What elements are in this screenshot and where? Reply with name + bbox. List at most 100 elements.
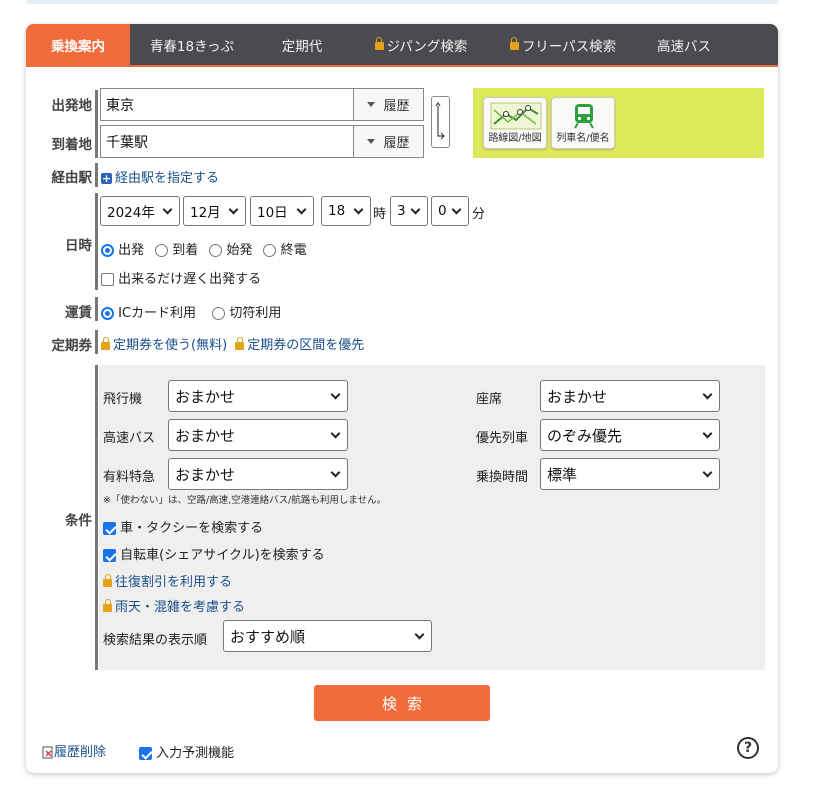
minute-ones-select[interactable]: 0 (431, 196, 469, 226)
tab-route-search[interactable]: 乗換案内 (26, 24, 130, 65)
round-trip-link[interactable]: 往復割引を利用する (103, 571, 232, 590)
fare-label: 運賃 (65, 305, 92, 321)
radio-label: 切符利用 (229, 306, 282, 321)
radio-button (209, 244, 223, 257)
clear-history-link[interactable]: 履歴削除 (42, 741, 106, 760)
highway-bus-label: 高速バス (103, 431, 156, 446)
radio-last-train[interactable]: 終電 (263, 239, 307, 258)
express-label: 有料特急 (103, 470, 156, 485)
minute-unit: 分 (472, 207, 486, 222)
radio-first-train[interactable]: 始発 (209, 239, 252, 258)
radio-button (101, 244, 114, 257)
hour-select[interactable]: 18 (321, 196, 371, 226)
chevron-down-icon (162, 204, 173, 215)
minute-tens-value: 3 (397, 203, 406, 219)
radio-label: 始発 (226, 243, 253, 258)
input-prediction-checkbox[interactable]: 入力予測機能 (139, 742, 234, 761)
tab-bar: 乗換案内 青春18きっぷ 定期代 ジパング検索 フリーパス検索 高速バス (26, 24, 778, 67)
divider (95, 163, 98, 187)
radio-button (155, 244, 169, 257)
prioritize-pass-link[interactable]: 定期券の区間を優先 (235, 337, 364, 353)
express-select[interactable]: おまかせ (168, 458, 348, 490)
use-pass-link[interactable]: 定期券を使う(無料) (101, 337, 228, 353)
tab-free-pass[interactable]: フリーパス検索 (492, 24, 634, 65)
radio-label: 出発 (118, 243, 145, 258)
help-icon[interactable]: ? (737, 737, 759, 759)
departure-label: 出発地 (51, 98, 93, 114)
arrival-field: 千葉駅 履歴 (100, 125, 424, 158)
departure-history-button[interactable]: 履歴 (353, 89, 423, 120)
year-value: 2024年 (107, 205, 155, 221)
checkbox-label: 車・タクシーを検索する (120, 521, 264, 536)
tab-seishun18[interactable]: 青春18きっぷ (130, 24, 254, 65)
departure-field: 東京 履歴 (100, 88, 424, 121)
arrival-input[interactable]: 千葉駅 (101, 126, 353, 157)
sort-select[interactable]: おすすめ順 (223, 620, 432, 652)
divider (95, 297, 98, 321)
radio-button (101, 307, 114, 320)
checkbox-label: 入力予測機能 (156, 746, 235, 761)
divider (95, 330, 98, 354)
radio-ticket[interactable]: 切符利用 (212, 306, 281, 321)
checkbox (103, 522, 116, 535)
checkbox (103, 549, 116, 562)
pass-label: 定期券 (51, 338, 93, 354)
late-departure-checkbox[interactable]: 出来るだけ遅く出発する (101, 268, 261, 287)
radio-arrival[interactable]: 到着 (155, 239, 198, 258)
transfer-time-label: 乗換時間 (476, 470, 529, 485)
conditions-label: 条件 (65, 513, 92, 529)
top-strip (26, 0, 778, 4)
airplane-select[interactable]: おまかせ (168, 380, 348, 412)
lock-icon (103, 574, 112, 587)
route-map-button[interactable]: 路線図/地図 (483, 97, 547, 149)
plus-icon: + (101, 172, 112, 185)
radio-ic-card[interactable]: ICカード利用 (101, 306, 196, 321)
radio-label: ICカード利用 (118, 306, 197, 321)
sort-value: おすすめ順 (230, 627, 306, 646)
seat-label: 座席 (476, 392, 503, 407)
lock-icon (101, 337, 110, 350)
priority-train-select[interactable]: のぞみ優先 (540, 419, 720, 451)
radio-button (263, 244, 277, 257)
history-label: 履歴 (383, 136, 410, 151)
conditions-panel: 飛行機 おまかせ 高速バス おまかせ 有料特急 おまかせ 座席 おまかせ 優先列… (99, 365, 765, 670)
link-text: 定期券を使う(無料) (113, 338, 228, 353)
seat-select[interactable]: おまかせ (540, 380, 720, 412)
month-select[interactable]: 12月 (183, 196, 246, 226)
radio-button (212, 307, 226, 320)
history-label: 履歴 (383, 99, 410, 114)
radio-departure[interactable]: 出発 (101, 239, 144, 258)
checkbox (139, 747, 152, 760)
tab-label: 定期代 (281, 38, 323, 55)
day-select[interactable]: 10日 (250, 196, 314, 226)
priority-train-link[interactable]: 優先列車 (476, 427, 528, 446)
chevron-down-icon (330, 428, 341, 439)
tab-zipangu[interactable]: ジパング検索 (350, 24, 492, 65)
arrival-history-button[interactable]: 履歴 (353, 126, 423, 157)
chevron-down-icon (702, 467, 713, 478)
swap-stations-button[interactable] (431, 96, 450, 148)
chevron-down-icon (414, 629, 425, 640)
hour-value: 18 (328, 203, 346, 219)
tab-commuter-pass[interactable]: 定期代 (254, 24, 350, 65)
link-text: 往復割引を利用する (115, 575, 233, 590)
tools-panel: 路線図/地図 列車名/便名 (473, 88, 764, 158)
bicycle-checkbox[interactable]: 自転車(シェアサイクル)を検索する (103, 544, 325, 563)
highway-bus-select[interactable]: おまかせ (168, 419, 348, 451)
checkbox-label: 自転車(シェアサイクル)を検索する (120, 548, 325, 563)
tab-highway-bus[interactable]: 高速バス (634, 24, 734, 65)
minute-tens-select[interactable]: 3 (390, 196, 428, 226)
year-select[interactable]: 2024年 (100, 196, 180, 226)
time-type-group: 出発 到着 始発 終電 (101, 239, 307, 258)
train-name-button[interactable]: 列車名/便名 (551, 97, 615, 149)
via-label: 経由駅 (51, 170, 93, 186)
radio-label: 到着 (172, 243, 199, 258)
add-via-link[interactable]: + 経由駅を指定する (101, 167, 219, 186)
priority-train-value: のぞみ優先 (547, 426, 623, 445)
weather-link[interactable]: 雨天・混雑を考慮する (103, 596, 245, 615)
departure-input[interactable]: 東京 (101, 89, 353, 120)
transfer-time-select[interactable]: 標準 (540, 458, 720, 490)
dropdown-triangle-icon (367, 102, 376, 107)
car-taxi-checkbox[interactable]: 車・タクシーを検索する (103, 517, 263, 536)
search-button[interactable]: 検索 (314, 685, 490, 721)
